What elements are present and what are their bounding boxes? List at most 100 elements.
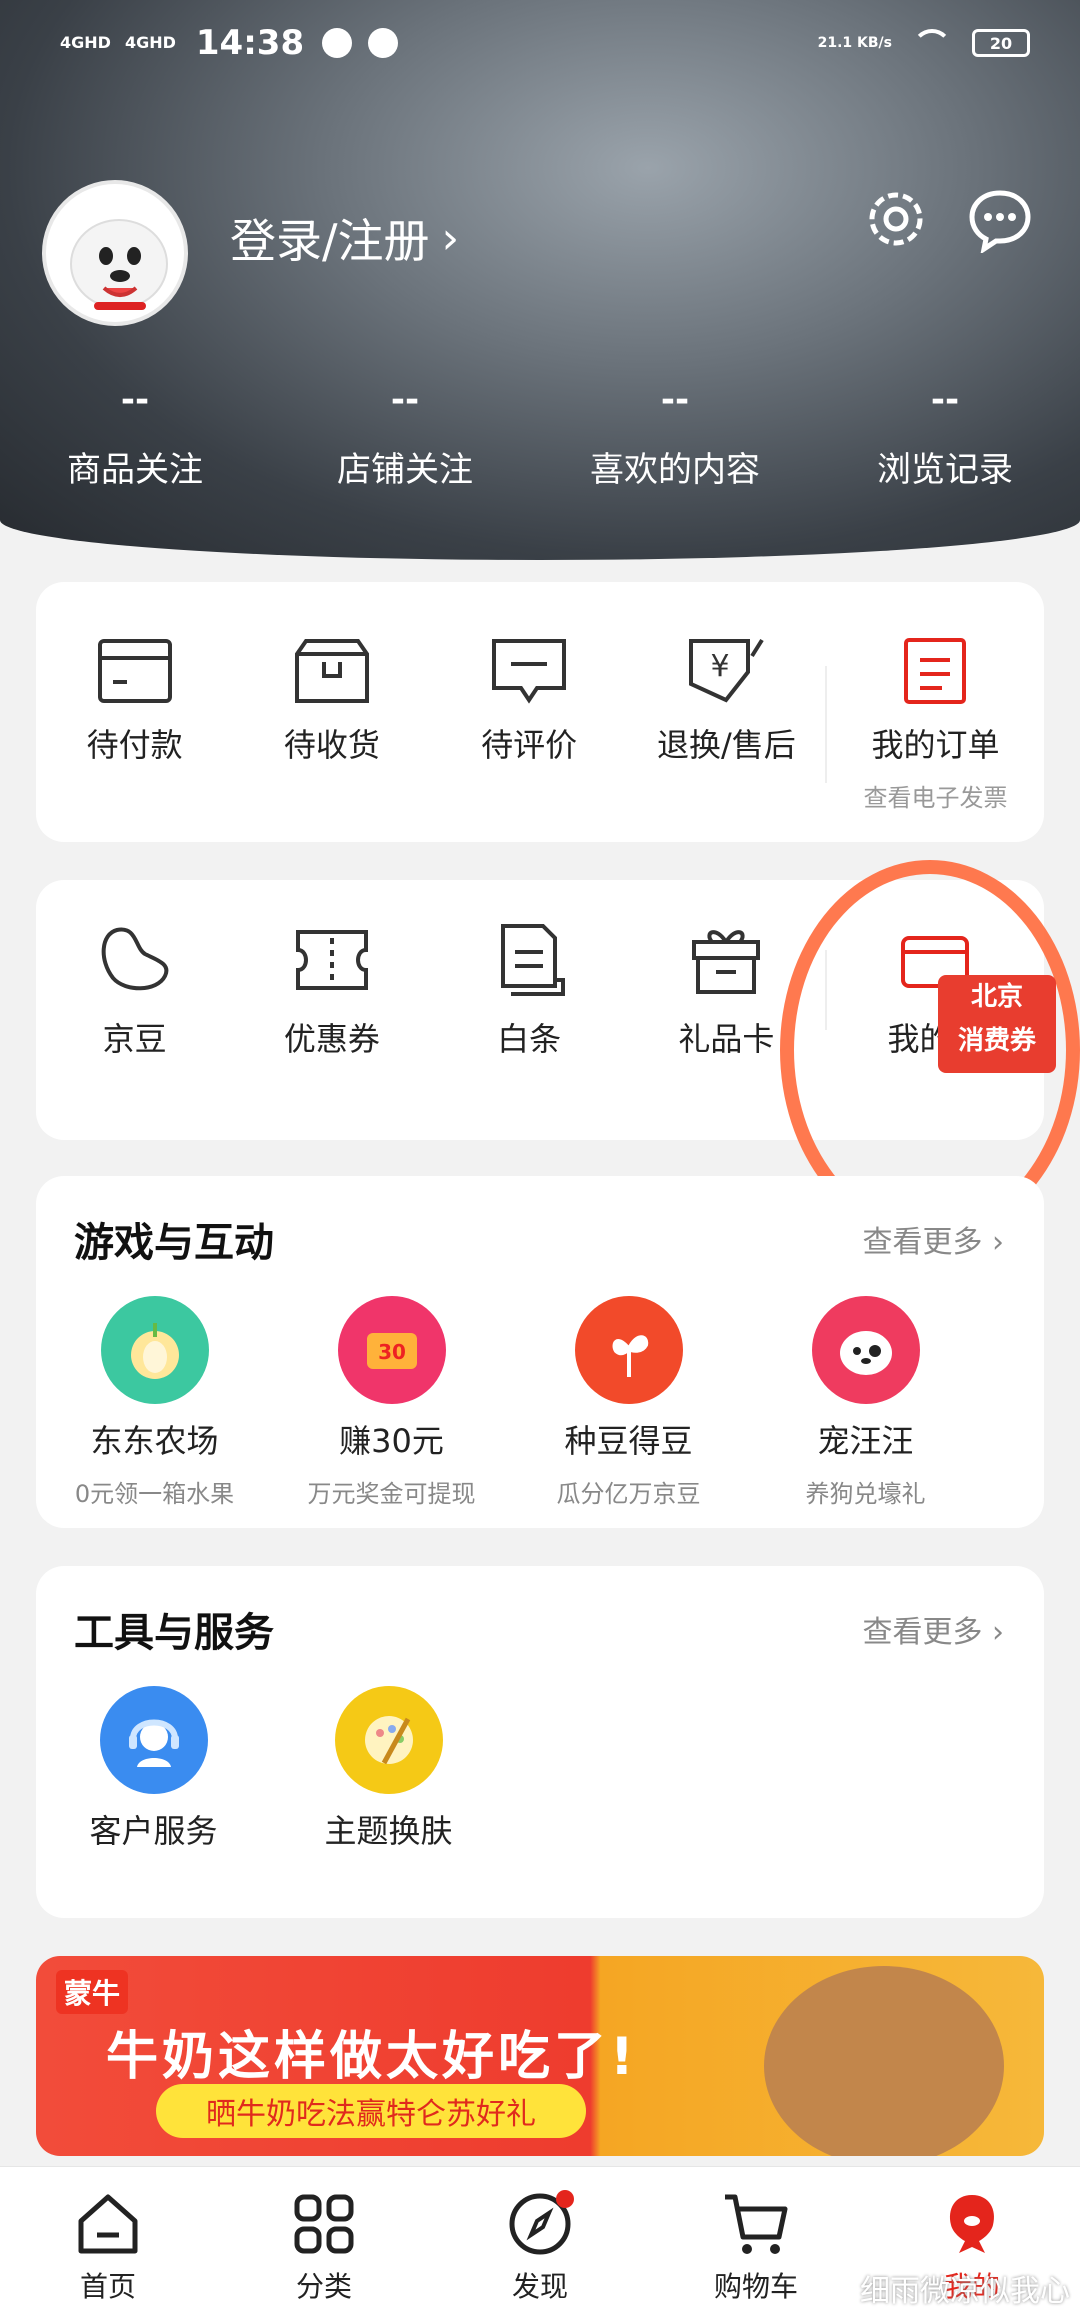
asset-label: 白条	[497, 1020, 562, 1058]
nav-label: 分类	[295, 2270, 352, 2303]
game-label: 东东农场	[90, 1422, 219, 1460]
games-header: 游戏与互动 查看更多 ›	[36, 1176, 1044, 1268]
nav-category[interactable]: 分类	[216, 2167, 432, 2316]
invoice-link[interactable]: 查看电子发票	[827, 778, 1044, 813]
asset-coupon[interactable]: 优惠券	[233, 920, 430, 1060]
order-label: 退换/售后	[656, 726, 796, 764]
stat-label: 浏览记录	[877, 450, 1013, 490]
signal-1: 4GHD	[60, 33, 111, 52]
login-register-link[interactable]: 登录/注册 ›	[230, 205, 459, 271]
svg-text:¥: ¥	[711, 649, 730, 684]
nav-label: 首页	[79, 2270, 136, 2303]
game-sub: 养狗兑壕礼	[805, 1480, 926, 1508]
banner-headline: 牛奶这样做太好吃了!	[106, 2027, 638, 2087]
bottom-nav: 首页 分类 发现 购物车 我的 细雨微凉似我心	[0, 2166, 1080, 2316]
games-title: 游戏与互动	[74, 1220, 274, 1266]
tools-more-link[interactable]: 查看更多 ›	[862, 1607, 1004, 1651]
tools-header: 工具与服务 查看更多 ›	[36, 1566, 1044, 1658]
order-pending-receive[interactable]: 待收货	[233, 636, 430, 813]
brand-logo: 蒙牛	[56, 1970, 129, 2014]
settings-gear-icon[interactable]	[862, 185, 930, 253]
badge-line-2: 消费券	[957, 1026, 1036, 1056]
asset-jingdou[interactable]: 京豆	[36, 920, 233, 1060]
game-label: 宠汪汪	[817, 1422, 914, 1460]
asset-label: 优惠券	[283, 1020, 380, 1058]
sprout-icon	[574, 1296, 683, 1404]
sync-icon	[368, 28, 399, 58]
tools-title: 工具与服务	[74, 1610, 274, 1656]
game-earn-30[interactable]: 30 赚30元 万元奖金可提现	[273, 1296, 510, 1509]
order-pending-payment[interactable]: 待付款	[36, 636, 233, 813]
signal-2: 4GHD	[124, 33, 176, 52]
stat-label: 商品关注	[67, 450, 203, 490]
order-pending-review[interactable]: 待评价	[431, 636, 628, 813]
games-card: 游戏与互动 查看更多 › 东东农场 0元领一箱水果 30 赚30元 万元奖金可提…	[36, 1176, 1044, 1528]
stat-label: 喜欢的内容	[590, 450, 760, 490]
game-sub: 万元奖金可提现	[307, 1480, 476, 1508]
game-label: 种豆得豆	[564, 1422, 693, 1460]
nav-label: 发现	[511, 2270, 568, 2303]
network-speed: 21.1 KB/s	[817, 35, 892, 51]
tool-customer-service[interactable]: 客户服务	[36, 1686, 271, 1852]
login-label: 登录/注册	[230, 214, 430, 268]
grid-icon	[294, 2194, 354, 2254]
orders-card: 待付款 待收货 待评价 ¥ 退换/售后 我的订单 查看电子发票	[36, 582, 1044, 842]
dog-icon	[811, 1296, 920, 1404]
stat-browse-history[interactable]: -- 浏览记录	[810, 380, 1080, 491]
headset-icon	[99, 1686, 208, 1794]
order-label: 待收货	[283, 726, 380, 764]
order-return[interactable]: ¥ 退换/售后	[628, 636, 825, 813]
my-orders[interactable]: 我的订单 查看电子发票	[827, 636, 1044, 813]
game-pet-dog[interactable]: 宠汪汪 养狗兑壕礼	[747, 1296, 984, 1509]
avatar[interactable]	[42, 180, 188, 326]
cereal-bowl-image	[764, 1966, 1004, 2156]
order-list-icon	[904, 638, 967, 704]
bilibili-watermark: 细雨微凉似我心	[860, 2274, 1070, 2309]
nav-label: 购物车	[713, 2270, 798, 2303]
nav-home[interactable]: 首页	[0, 2167, 216, 2316]
asset-label: 京豆	[102, 1020, 167, 1058]
battery-icon: 20	[972, 29, 1030, 57]
compass-icon	[509, 2190, 574, 2255]
tool-theme-skin[interactable]: 主题换肤	[271, 1686, 506, 1852]
game-sub: 0元领一箱水果	[74, 1480, 235, 1508]
my-orders-label: 我的订单	[871, 726, 1000, 764]
beijing-consumer-coupon-badge[interactable]: 北京 消费券	[938, 975, 1056, 1073]
game-dongdong-farm[interactable]: 东东农场 0元领一箱水果	[36, 1296, 273, 1509]
order-label: 待付款	[86, 726, 183, 764]
asset-baitiao[interactable]: 白条	[431, 920, 628, 1060]
bean-icon	[101, 927, 168, 991]
stat-value: --	[660, 380, 690, 420]
stat-product-follow[interactable]: -- 商品关注	[0, 380, 270, 491]
tool-label: 主题换肤	[324, 1812, 453, 1850]
banner-cta[interactable]: 晒牛奶吃法赢特仑苏好礼	[156, 2084, 586, 2138]
home-icon	[78, 2194, 138, 2254]
return-icon: ¥	[689, 638, 765, 703]
nav-cart[interactable]: 购物车	[648, 2167, 864, 2316]
stat-shop-follow[interactable]: -- 店铺关注	[270, 380, 540, 491]
game-plant-beans[interactable]: 种豆得豆 瓜分亿万京豆	[510, 1296, 747, 1509]
jd-dog-avatar-icon	[70, 219, 168, 310]
baitiao-icon	[501, 924, 566, 996]
cart-icon	[725, 2194, 788, 2254]
tool-label: 客户服务	[89, 1812, 218, 1850]
mengniu-ad-banner[interactable]: 蒙牛 牛奶这样做太好吃了! 晒牛奶吃法赢特仑苏好礼	[36, 1956, 1044, 2156]
stats-row: -- 商品关注 -- 店铺关注 -- 喜欢的内容 -- 浏览记录	[0, 380, 1080, 491]
stat-value: --	[120, 380, 150, 420]
stat-value: --	[390, 380, 420, 420]
games-more-link[interactable]: 查看更多 ›	[862, 1217, 1004, 1261]
box-icon	[294, 639, 369, 703]
game-label: 赚30元	[339, 1422, 444, 1460]
nav-discover[interactable]: 发现	[432, 2167, 648, 2316]
comment-icon	[492, 639, 567, 704]
qq-icon	[322, 28, 353, 58]
stat-liked-content[interactable]: -- 喜欢的内容	[540, 380, 810, 491]
profile-header: 4GHD 4GHD 14:38 21.1 KB/s 20 登录/注册 › -- …	[0, 0, 1080, 560]
palette-icon	[334, 1686, 443, 1794]
clock: 14:38	[195, 23, 305, 63]
coupon-icon	[295, 930, 368, 990]
message-icon[interactable]	[966, 185, 1034, 253]
wifi-icon	[912, 29, 952, 57]
status-bar: 4GHD 4GHD 14:38 21.1 KB/s 20	[60, 18, 1030, 68]
stat-label: 店铺关注	[337, 450, 473, 490]
